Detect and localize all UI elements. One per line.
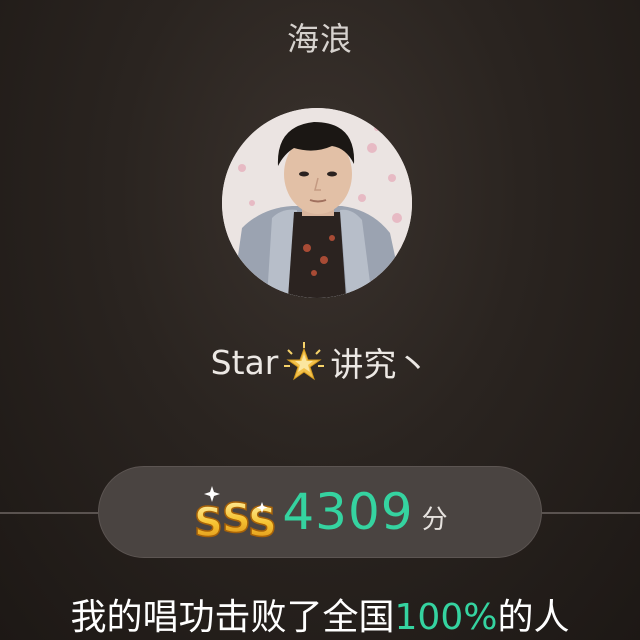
result-suffix: 的人 [497, 597, 570, 638]
svg-text:S: S [194, 500, 223, 542]
result-percent: 100% [394, 597, 498, 638]
user-name-prefix: Star [210, 342, 279, 382]
user-name-suffix: 讲究丶 [330, 345, 430, 384]
sss-grade-badge: S S S [192, 482, 280, 547]
svg-text:S: S [222, 496, 251, 542]
divider-left [0, 512, 98, 514]
user-name-row: Star 讲究丶 [0, 338, 640, 386]
score-unit: 分 [421, 504, 448, 535]
result-prefix: 我的唱功击败了全国 [70, 597, 395, 638]
song-title: 海浪 [286, 20, 353, 58]
sparkle-star-icon [282, 340, 326, 384]
divider-right [542, 512, 640, 514]
score-pill: S S S 4309 分 [98, 466, 542, 558]
score-value: 4309 [282, 483, 414, 541]
result-line: 我的唱功击败了全国100%的人 [0, 588, 640, 640]
avatar[interactable] [222, 108, 412, 298]
avatar-image [222, 108, 412, 298]
